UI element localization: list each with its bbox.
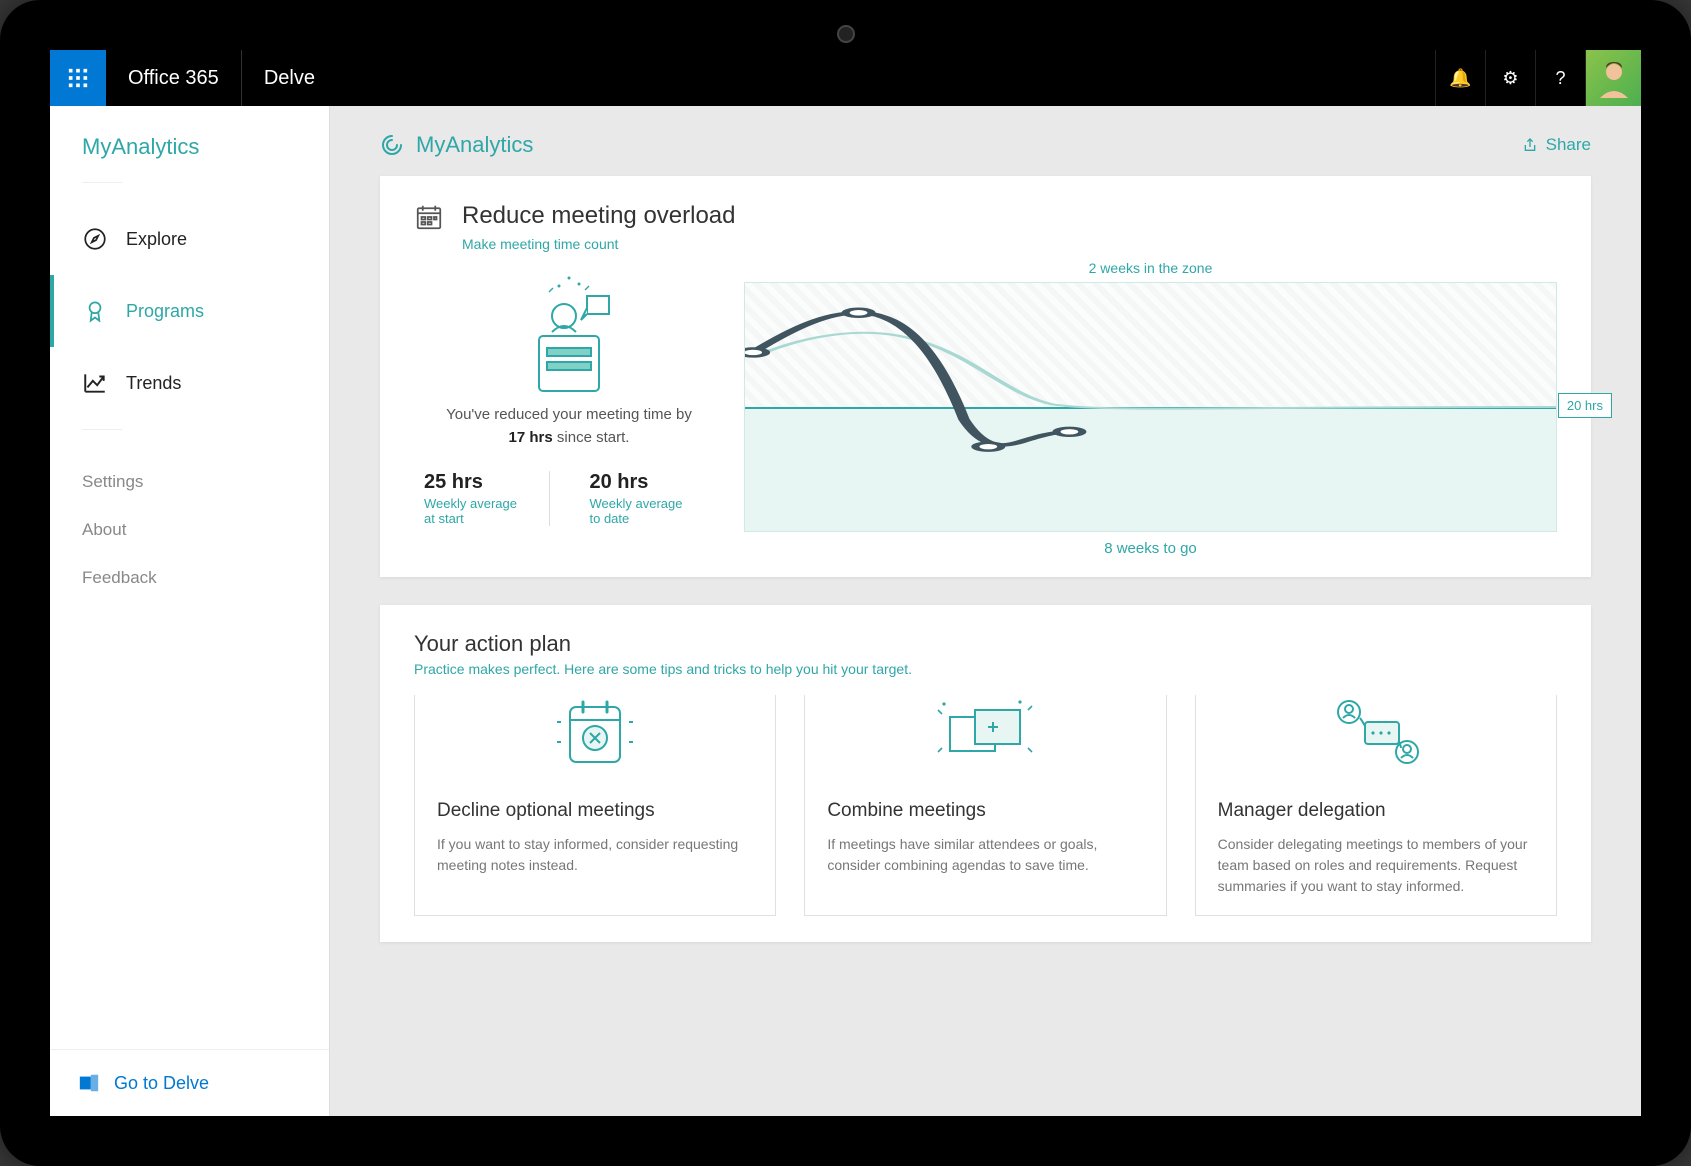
plan-card-delegate[interactable]: Manager delegation Consider delegating m… [1195,695,1557,916]
suite-brand[interactable]: Office 365 [106,50,242,106]
plan-card-title: Decline optional meetings [437,800,753,822]
divider [82,429,122,430]
page-title-text: MyAnalytics [416,132,533,158]
help-icon: ? [1555,68,1565,89]
content-header: MyAnalytics Share [330,106,1641,176]
manager-delegation-icon [1196,679,1556,784]
myanalytics-icon [380,133,404,157]
primary-nav: Explore Programs Trends [50,203,329,419]
chart-box: 20 hrs [744,282,1557,532]
stat-value: 20 hrs [590,471,695,494]
sidebar: MyAnalytics Explore Programs [50,106,330,1116]
sidebar-logo: MyAnalytics [50,106,329,172]
bell-icon: 🔔 [1449,68,1471,89]
divider [82,182,122,183]
card-title: Reduce meeting overload [462,202,736,230]
gear-icon: ⚙ [1502,68,1518,89]
sidebar-item-trends[interactable]: Trends [50,347,329,419]
settings-button[interactable]: ⚙ [1485,50,1535,106]
share-icon [1522,137,1538,153]
trend-icon [82,370,108,396]
badge-icon [82,298,108,324]
go-to-delve-link[interactable]: Go to Delve [50,1049,329,1116]
secondary-nav: Settings About Feedback [50,460,329,600]
card-subtitle: Make meeting time count [462,236,1557,252]
waffle-icon [67,67,89,89]
sidebar-item-label: Explore [126,229,187,250]
zone-label: 2 weeks in the zone [744,260,1557,276]
sidebar-item-about[interactable]: About [82,520,297,540]
decline-meetings-icon [415,679,775,784]
front-camera [837,25,855,43]
plan-card-body: Consider delegating meetings to members … [1218,834,1534,897]
plan-card-body: If meetings have similar attendees or go… [827,834,1143,876]
stat-to-date: 20 hrs Weekly average to date [590,471,715,526]
plan-card-title: Combine meetings [827,800,1143,822]
sidebar-item-explore[interactable]: Explore [50,203,329,275]
card-action-plan: Your action plan Practice makes perfect.… [380,605,1591,942]
stat-value: 25 hrs [424,471,529,494]
app-launcher-button[interactable] [50,50,106,106]
plan-subtitle: Practice makes perfect. Here are some ti… [414,661,1557,677]
page-title: MyAnalytics [380,132,533,158]
caption-bold: 17 hrs [509,429,553,446]
notifications-button[interactable]: 🔔 [1435,50,1485,106]
compass-icon [82,226,108,252]
stat-start: 25 hrs Weekly average at start [424,471,550,526]
plan-card-title: Manager delegation [1218,800,1534,822]
sidebar-item-label: Programs [126,301,204,322]
delve-icon [78,1072,100,1094]
share-label: Share [1546,135,1591,155]
sidebar-item-settings[interactable]: Settings [82,472,297,492]
card-reduce-meeting-overload: Reduce meeting overload Make meeting tim… [380,176,1591,577]
caption-pre: You've reduced your meeting time by [446,406,692,423]
stat-label: Weekly average to date [590,496,695,526]
reduce-summary: You've reduced your meeting time by 17 h… [414,260,724,557]
share-button[interactable]: Share [1522,135,1591,155]
calendar-icon [414,202,444,232]
user-avatar[interactable] [1585,50,1641,106]
combine-meetings-icon [805,679,1165,784]
current-app-name[interactable]: Delve [242,50,337,106]
app-bar: Office 365 Delve 🔔 ⚙ ? [50,50,1641,106]
progress-chart: 2 weeks in the zone 20 hrs [744,260,1557,557]
caption-post: since start. [557,429,630,446]
content-area: MyAnalytics Share [330,106,1641,1116]
plan-card-body: If you want to stay informed, consider r… [437,834,753,876]
goal-badge: 20 hrs [1558,393,1612,418]
sidebar-item-label: Trends [126,373,181,394]
tablet-frame: Office 365 Delve 🔔 ⚙ ? [0,0,1691,1166]
avatar-icon [1594,58,1634,98]
screen: Office 365 Delve 🔔 ⚙ ? [50,50,1641,1116]
plan-title: Your action plan [414,631,1557,657]
chart-lines [745,283,1556,531]
plan-card-decline[interactable]: Decline optional meetings If you want to… [414,695,776,916]
plan-card-combine[interactable]: Combine meetings If meetings have simila… [804,695,1166,916]
weeks-to-go-label: 8 weeks to go [744,540,1557,557]
reduce-caption: You've reduced your meeting time by 17 h… [446,404,692,449]
footer-link-label: Go to Delve [114,1073,209,1094]
presenter-illustration [509,266,629,396]
stat-label: Weekly average at start [424,496,529,526]
sidebar-item-programs[interactable]: Programs [50,275,329,347]
help-button[interactable]: ? [1535,50,1585,106]
sidebar-item-feedback[interactable]: Feedback [82,568,297,588]
